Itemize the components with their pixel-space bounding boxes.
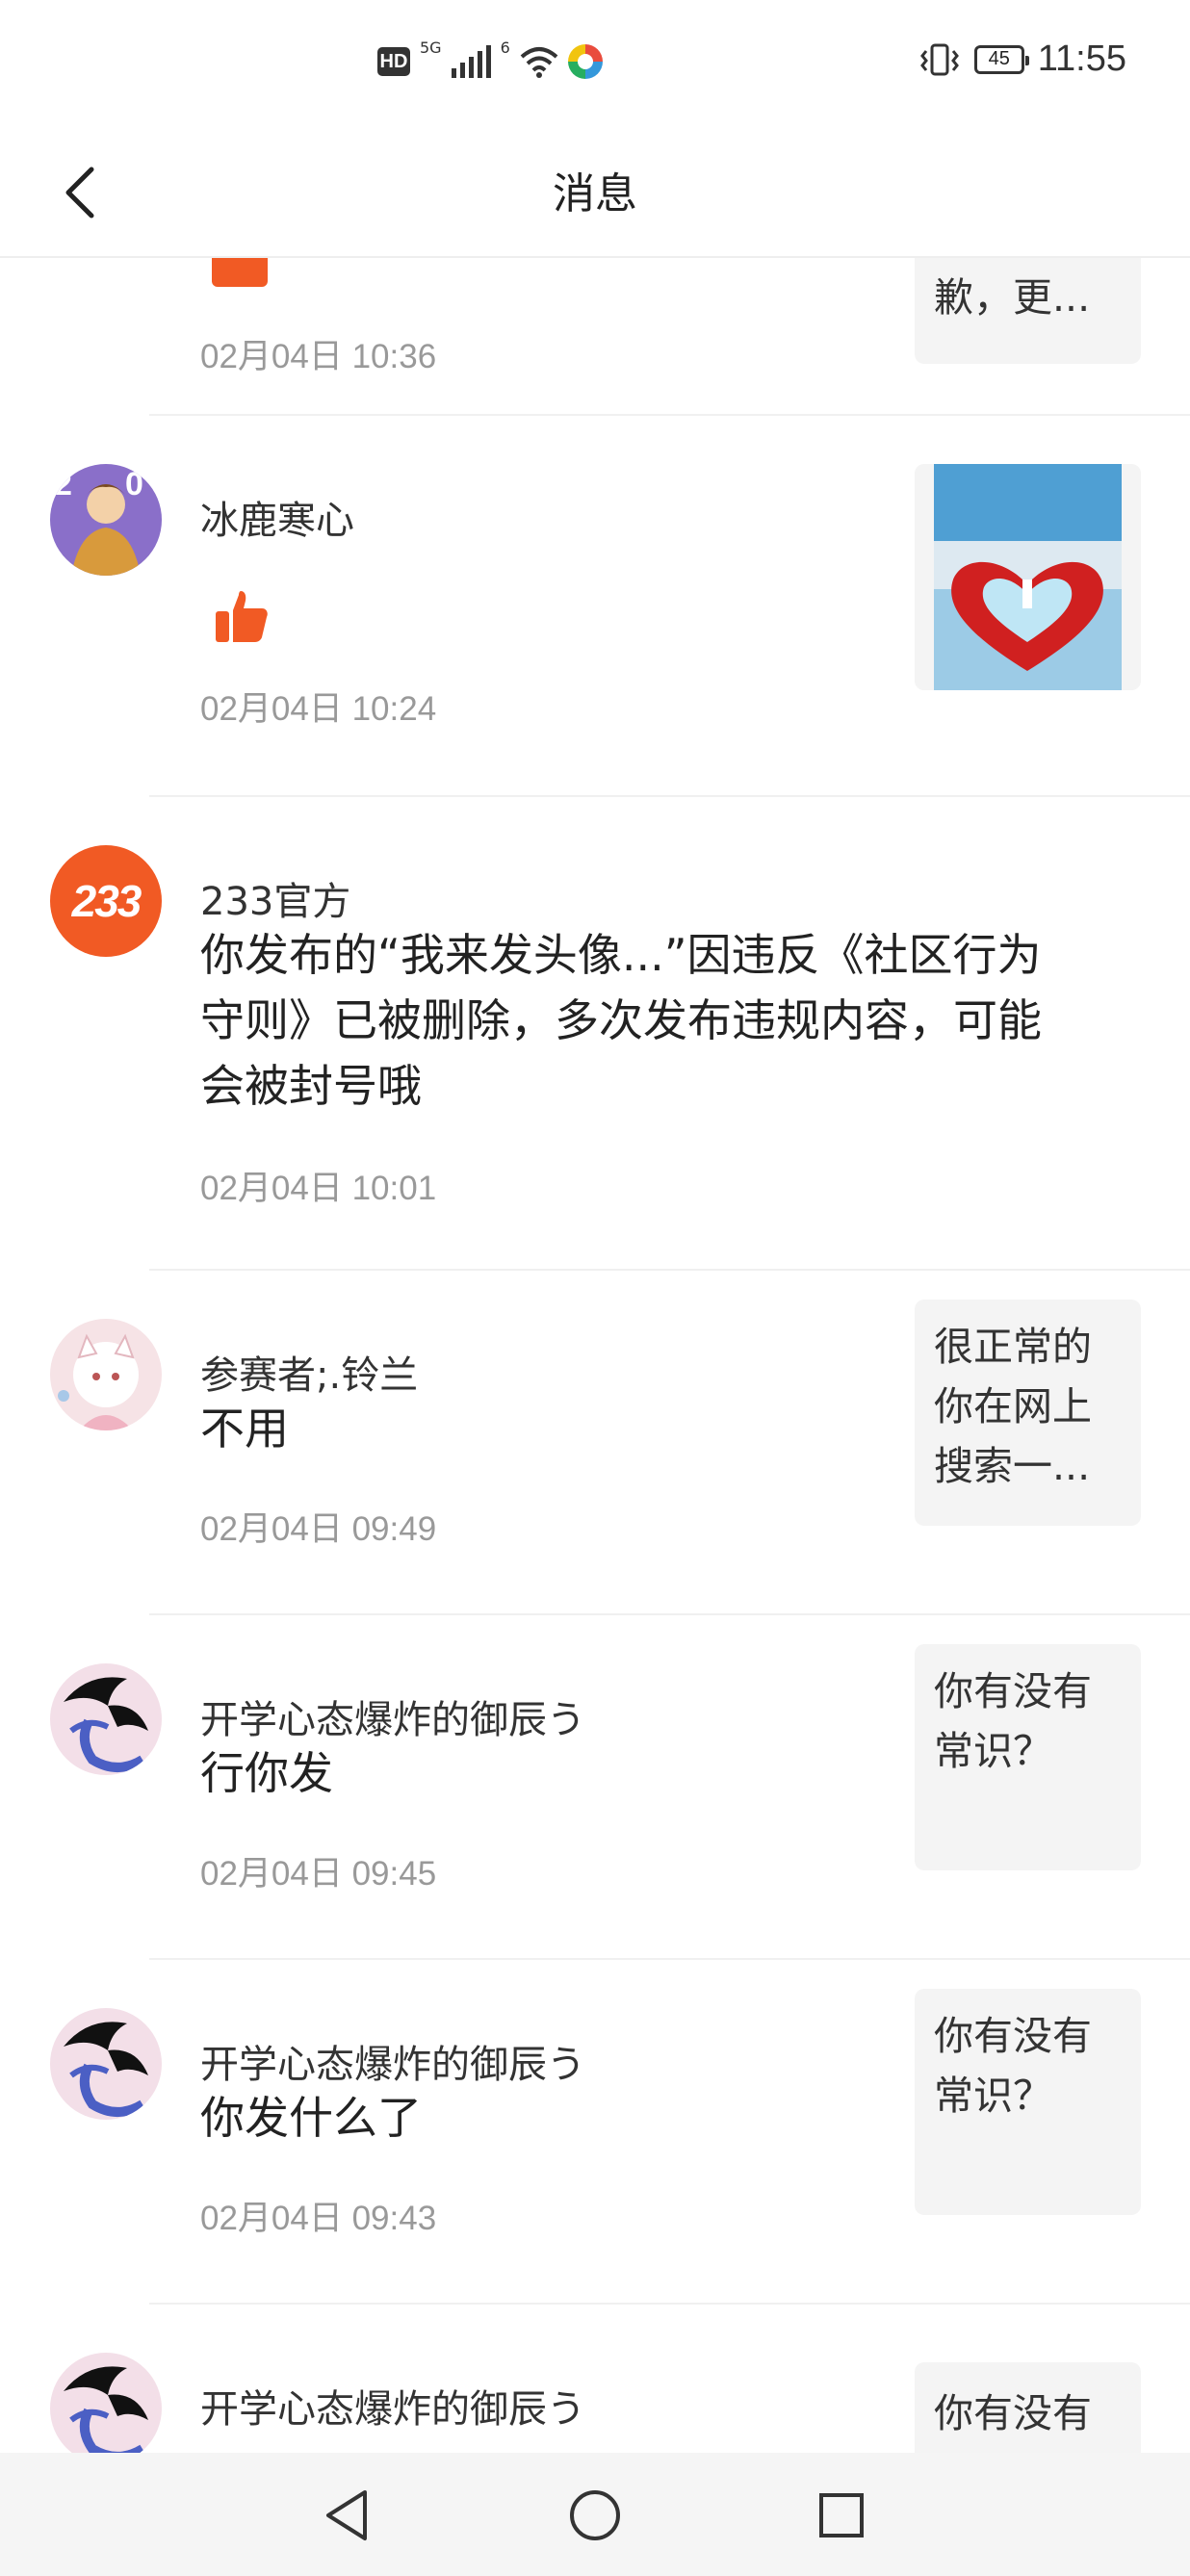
circle-home-icon xyxy=(570,2490,620,2540)
square-recent-icon xyxy=(819,2493,864,2537)
avatar[interactable] xyxy=(50,1663,162,1775)
nav-back-button[interactable] xyxy=(308,2482,385,2549)
message-time: 02月04日 09:43 xyxy=(200,2200,437,2237)
avatar-image: 2 0 xyxy=(50,464,162,576)
avatar[interactable]: 233 xyxy=(50,845,162,957)
username[interactable]: 233官方 xyxy=(200,870,350,926)
message-time: 02月04日 10:24 xyxy=(200,690,437,728)
nav-recent-button[interactable] xyxy=(803,2482,880,2549)
avatar-image xyxy=(50,2353,162,2453)
username[interactable]: 开学心态爆炸的御辰う xyxy=(200,2033,585,2089)
avatar-image xyxy=(50,2008,162,2120)
post-image xyxy=(915,464,1141,690)
message-text: 行你发 xyxy=(200,1747,333,1799)
quoted-post[interactable]: 你有没有常识？ xyxy=(915,1644,1141,1870)
list-item[interactable]: 开学心态爆炸的御辰う 你有没有 xyxy=(0,2305,1190,2453)
quoted-text: 很正常的你在网上搜索一... xyxy=(934,1324,1092,1489)
list-item[interactable]: 参赛者;.铃兰 不用 02月04日 09:49 很正常的你在网上搜索一... xyxy=(0,1271,1190,1615)
status-icons-left: HD 5G 6 xyxy=(377,39,603,79)
username[interactable]: 参赛者;.铃兰 xyxy=(200,1344,418,1400)
wifi-icon xyxy=(520,47,558,78)
status-icons-right: 45 11:55 xyxy=(918,39,1126,80)
message-time: 02月04日 10:01 xyxy=(200,1170,437,1207)
username[interactable]: 开学心态爆炸的御辰う xyxy=(200,1688,585,1744)
quoted-text: 你有没有 xyxy=(934,2390,1092,2436)
chevron-left-icon xyxy=(65,167,94,219)
thumbs-up-icon xyxy=(216,591,268,642)
svg-text:2: 2 xyxy=(54,466,72,502)
quoted-post[interactable]: 很正常的你在网上搜索一... xyxy=(915,1300,1141,1526)
username[interactable]: 冰鹿寒心 xyxy=(200,489,354,545)
wifi-label: 6 xyxy=(500,39,510,57)
clock: 11:55 xyxy=(1037,39,1126,79)
message-time: 02月04日 09:45 xyxy=(200,1855,437,1893)
list-item[interactable]: 2 0 冰鹿寒心 02月04日 10:24 xyxy=(0,416,1190,797)
avatar[interactable] xyxy=(50,2008,162,2120)
message-time: 02月04日 09:49 xyxy=(200,1510,437,1548)
message-list[interactable]: 02月04日 10:36 歉，更... 2 0 冰鹿寒心 02月04日 10:2… xyxy=(0,258,1190,2453)
avatar-image xyxy=(50,1319,162,1430)
quoted-post[interactable]: 你有没有 xyxy=(915,2362,1141,2453)
status-bar: HD 5G 6 45 11:55 xyxy=(0,0,1190,130)
list-item[interactable]: 02月04日 10:36 歉，更... xyxy=(0,258,1190,416)
title-bar: 消息 xyxy=(0,130,1190,258)
battery-icon: 45 xyxy=(973,44,1029,74)
list-item[interactable]: 233 233官方 你发布的“我来发头像...”因违反《社区行为守则》已被删除，… xyxy=(0,797,1190,1271)
avatar-logo-text: 233 xyxy=(71,876,142,926)
thumbs-up-icon xyxy=(212,258,268,287)
message-text: 你发布的“我来发头像...”因违反《社区行为守则》已被删除，多次发布违规内容，可… xyxy=(200,929,1042,1112)
hd-badge: HD xyxy=(377,47,410,76)
avatar[interactable]: 2 0 xyxy=(50,464,162,576)
message-text: 你发什么了 xyxy=(200,2092,422,2144)
message-text: 不用 xyxy=(200,1403,289,1455)
message-time: 02月04日 10:36 xyxy=(200,338,437,375)
quoted-text: 歉，更... xyxy=(934,274,1091,321)
back-button[interactable] xyxy=(46,154,114,231)
post-thumbnail[interactable] xyxy=(915,464,1141,690)
vibrate-icon xyxy=(919,43,959,75)
cellular-signal-icon xyxy=(451,45,491,78)
list-item[interactable]: 开学心态爆炸的御辰う 你发什么了 02月04日 09:43 你有没有常识？ xyxy=(0,1960,1190,2305)
page-title: 消息 xyxy=(553,169,637,219)
quoted-text: 你有没有常识？ xyxy=(934,1668,1092,1774)
svg-text:0: 0 xyxy=(125,466,143,502)
avatar[interactable] xyxy=(50,1319,162,1430)
quoted-text: 你有没有常识？ xyxy=(934,2013,1092,2119)
system-nav-bar xyxy=(0,2453,1190,2576)
list-item[interactable]: 开学心态爆炸的御辰う 行你发 02月04日 09:45 你有没有常识？ xyxy=(0,1615,1190,1960)
avatar-image xyxy=(50,1663,162,1775)
network-label: 5G xyxy=(420,39,442,57)
username[interactable]: 开学心态爆炸的御辰う xyxy=(200,2378,585,2434)
avatar[interactable] xyxy=(50,2353,162,2453)
quoted-post[interactable]: 你有没有常识？ xyxy=(915,1989,1141,2215)
nav-home-button[interactable] xyxy=(556,2482,634,2549)
quoted-post[interactable]: 歉，更... xyxy=(915,258,1141,364)
app-notification-icon xyxy=(567,44,603,79)
triangle-back-icon xyxy=(326,2490,367,2540)
